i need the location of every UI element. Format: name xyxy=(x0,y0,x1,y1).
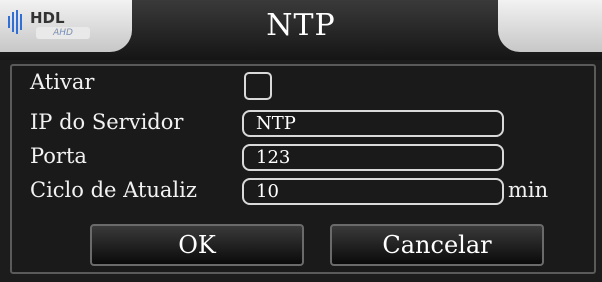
cycle-unit: min xyxy=(508,178,549,202)
ntp-dialog: HDL AHD NTP Ativar IP do Servidor NTP Po… xyxy=(0,0,602,282)
ok-button[interactable]: OK xyxy=(90,224,304,266)
port-input[interactable]: 123 xyxy=(242,144,504,171)
cycle-input[interactable]: 10 xyxy=(242,178,504,205)
header-right-tab xyxy=(498,0,602,52)
cycle-label: Ciclo de Atualiz xyxy=(30,178,197,202)
server-label: IP do Servidor xyxy=(30,110,184,134)
server-input[interactable]: NTP xyxy=(242,110,504,137)
port-label: Porta xyxy=(30,144,87,168)
enable-checkbox[interactable] xyxy=(244,72,272,100)
cancel-button[interactable]: Cancelar xyxy=(330,224,544,266)
dialog-header: HDL AHD NTP xyxy=(0,0,602,60)
enable-label: Ativar xyxy=(30,70,95,94)
